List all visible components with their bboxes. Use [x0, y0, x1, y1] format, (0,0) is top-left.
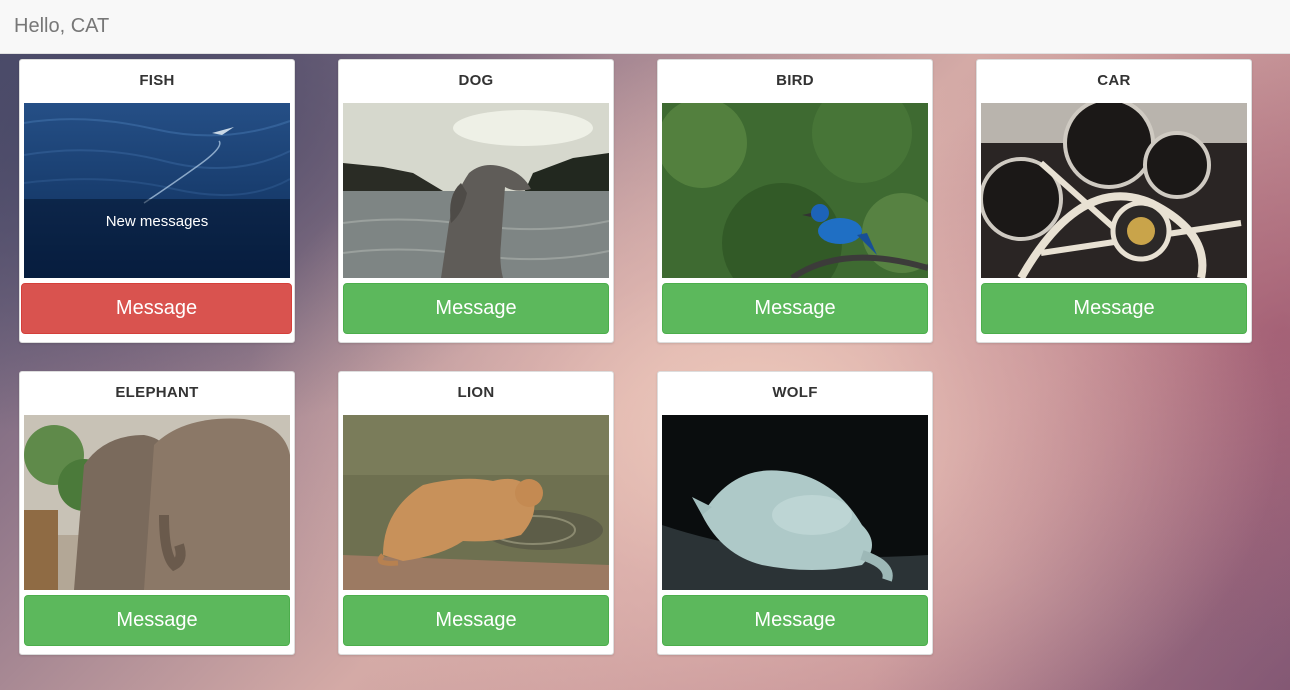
- message-button[interactable]: Message: [662, 283, 928, 334]
- card-lion: LION Message: [338, 371, 614, 655]
- message-button[interactable]: Message: [343, 595, 609, 646]
- message-button[interactable]: Message: [662, 595, 928, 646]
- new-messages-label: New messages: [105, 213, 209, 230]
- navbar: Hello, CAT: [0, 0, 1290, 54]
- message-button[interactable]: Message: [981, 283, 1247, 334]
- card-wolf: WOLF Message: [657, 371, 933, 655]
- message-button[interactable]: Message: [21, 283, 292, 334]
- dog-photo: [343, 103, 609, 278]
- wolf-photo: [662, 415, 928, 590]
- greeting-brand[interactable]: Hello, CAT: [14, 15, 109, 38]
- card-bird: BIRD Message: [657, 59, 933, 343]
- card-title: DOG: [458, 72, 494, 89]
- card-title: LION: [457, 384, 495, 401]
- card-elephant: ELEPHANT Message: [19, 371, 295, 655]
- lion-photo: [343, 415, 609, 590]
- elephant-photo: [24, 415, 290, 590]
- fish-photo: New messages: [24, 103, 290, 278]
- card-title: ELEPHANT: [115, 384, 199, 401]
- new-messages-overlay: New messages: [24, 199, 290, 278]
- card-title: BIRD: [776, 72, 814, 89]
- card-title: CAR: [1097, 72, 1131, 89]
- card-car: CAR Message: [976, 59, 1252, 343]
- card-title: FISH: [139, 72, 175, 89]
- card-title: WOLF: [772, 384, 818, 401]
- message-button[interactable]: Message: [343, 283, 609, 334]
- bird-photo: [662, 103, 928, 278]
- card-fish: FISH New messages Message: [19, 59, 295, 343]
- car-photo: [981, 103, 1247, 278]
- card-dog: DOG Message: [338, 59, 614, 343]
- message-button[interactable]: Message: [24, 595, 290, 646]
